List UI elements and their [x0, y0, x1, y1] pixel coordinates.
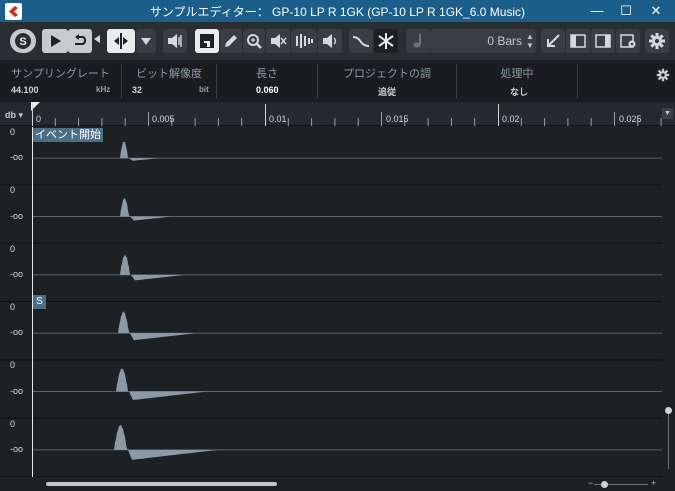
- horizontal-scrollbar[interactable]: − +: [0, 477, 675, 491]
- processing-label: 処理中: [500, 68, 534, 80]
- hitpoint-snap-icon: [352, 36, 370, 47]
- project-key-value: 追従: [378, 87, 397, 97]
- musical-note-icon: [413, 34, 421, 48]
- zoom-icon: [247, 34, 262, 49]
- time-ruler[interactable]: db ▾ 0 0.005 0.01 0.015 0.02 0.025 ▼: [0, 102, 675, 126]
- svg-text:S: S: [19, 36, 26, 48]
- solo-button[interactable]: S: [10, 29, 36, 53]
- sample-editor-window: サンプルエディター： GP-10 LP R 1GK (GP-10 LP R 1G…: [0, 0, 675, 491]
- loop-icon: [75, 34, 87, 45]
- ruler-minor-ticks: [54, 112, 662, 126]
- crossfade-snap-button[interactable]: [374, 29, 398, 53]
- bit-depth-column[interactable]: ビット解像度 32 bit: [122, 60, 216, 102]
- horizontal-zoom-slider[interactable]: [601, 481, 608, 488]
- infoline-settings-gear-icon[interactable]: [656, 68, 670, 85]
- sample-rate-column[interactable]: サンプリングレート 44.100 kHz: [0, 60, 121, 102]
- waveform-shape: [115, 368, 207, 401]
- play-icon: [51, 35, 61, 47]
- processing-value: なし: [510, 87, 529, 97]
- gear-button[interactable]: [645, 29, 669, 53]
- processing-column[interactable]: 処理中 なし: [457, 60, 577, 102]
- maximize-button[interactable]: ☐: [611, 0, 641, 22]
- ruler-tick-label: 0.025: [619, 114, 642, 124]
- pencil-icon: [225, 35, 237, 47]
- window-settings-button[interactable]: [616, 29, 640, 53]
- sample-rate-label: サンプリングレート: [11, 68, 110, 80]
- crossfade-snap-icon: [378, 33, 394, 49]
- vertical-scrollbar[interactable]: [662, 127, 675, 477]
- vertical-zoom-slider[interactable]: [665, 407, 672, 414]
- ruler-tick-label: 0.01: [269, 114, 287, 124]
- toolbar: S 0 Bars ▲ ▼: [0, 22, 675, 60]
- project-key-column[interactable]: プロジェクトの調 追従: [318, 60, 456, 102]
- minimize-button[interactable]: —: [582, 0, 612, 22]
- ruler-options-chevron-down-icon[interactable]: ▼: [662, 108, 673, 119]
- zoom-button[interactable]: [243, 29, 265, 53]
- project-key-label: プロジェクトの調: [343, 68, 431, 80]
- bars-stepper-icon[interactable]: ▲ ▼: [526, 32, 534, 50]
- bars-value: 0 Bars: [487, 34, 522, 48]
- loop-button[interactable]: [68, 29, 92, 53]
- sample-rate-unit: kHz: [96, 85, 111, 94]
- mute-icon: [271, 34, 287, 48]
- play-button[interactable]: [42, 29, 68, 53]
- left-pane-icon: [570, 34, 586, 48]
- right-pane-icon: [595, 34, 611, 48]
- event-start-marker[interactable]: イベント開始: [33, 128, 103, 142]
- window-title: サンプルエディター： GP-10 LP R 1GK (GP-10 LP R 1G…: [149, 5, 526, 19]
- bit-depth-unit: bit: [199, 85, 209, 94]
- audition-menu-button[interactable]: [93, 29, 101, 53]
- mute-button[interactable]: [266, 29, 290, 53]
- close-button[interactable]: ✕: [641, 0, 671, 22]
- length-column[interactable]: 長さ 0.060: [217, 60, 317, 102]
- zoom-out-icon[interactable]: −: [588, 478, 593, 488]
- musical-mode-button[interactable]: [406, 29, 430, 53]
- ruler-tick-label: 0.015: [386, 114, 409, 124]
- import-icon: [547, 34, 560, 47]
- info-divider: [577, 64, 578, 98]
- ruler-tick-label: 0.02: [502, 114, 520, 124]
- title-bar[interactable]: サンプルエディター： GP-10 LP R 1GK (GP-10 LP R 1G…: [0, 0, 675, 22]
- horizontal-scroll-thumb[interactable]: [46, 482, 277, 486]
- range-select-button[interactable]: [107, 29, 135, 53]
- audition-menu-icon: [94, 35, 100, 43]
- sample-rate-value: 44.100: [11, 85, 39, 95]
- bit-depth-value: 32: [132, 85, 143, 95]
- scrub-button[interactable]: [318, 29, 342, 53]
- bit-depth-label: ビット解像度: [136, 68, 202, 80]
- length-value: 0.060: [256, 85, 279, 95]
- scrub-icon: [323, 34, 337, 48]
- snap-button[interactable]: [195, 29, 219, 53]
- hitpoint-icon: [296, 34, 313, 48]
- info-line: サンプリングレート 44.100 kHz ビット解像度 32 bit 長さ 0.…: [0, 60, 675, 102]
- import-button[interactable]: [541, 29, 565, 53]
- zoom-in-icon[interactable]: +: [651, 478, 656, 488]
- vertical-zoom-track[interactable]: [668, 409, 669, 469]
- gear-icon: [649, 33, 665, 49]
- right-pane-button[interactable]: [591, 29, 615, 53]
- ruler-tick-label: 0.005: [152, 114, 175, 124]
- hitpoint-button[interactable]: [291, 29, 317, 53]
- waveform-channels: [0, 127, 662, 477]
- waveform-shape: [119, 197, 172, 221]
- range-select-icon: [114, 33, 128, 49]
- sync-point-marker[interactable]: S: [33, 295, 46, 309]
- musical-length-field[interactable]: 0 Bars ▲ ▼: [430, 29, 536, 53]
- left-pane-button[interactable]: [566, 29, 590, 53]
- waveform-shape: [113, 424, 218, 460]
- length-label: 長さ: [256, 68, 278, 80]
- waveform-display[interactable]: 0 -oo 0 -oo 0 -oo 0 -oo 0 -oo 0 -oo イベント開始 S: [0, 127, 675, 477]
- speaker-button[interactable]: [163, 29, 187, 53]
- speaker-icon: [168, 34, 182, 48]
- snap-icon: [200, 34, 214, 48]
- hitpoint-snap-button[interactable]: [349, 29, 373, 53]
- waveform-shape: [119, 254, 185, 281]
- settings-window-icon: [620, 34, 636, 48]
- waveform-shape: [117, 311, 196, 341]
- ruler-tick-label: 0: [36, 114, 42, 124]
- solo-icon: S: [15, 33, 31, 49]
- pencil-button[interactable]: [220, 29, 242, 53]
- range-menu-button[interactable]: [136, 29, 156, 53]
- range-menu-icon: [141, 38, 151, 45]
